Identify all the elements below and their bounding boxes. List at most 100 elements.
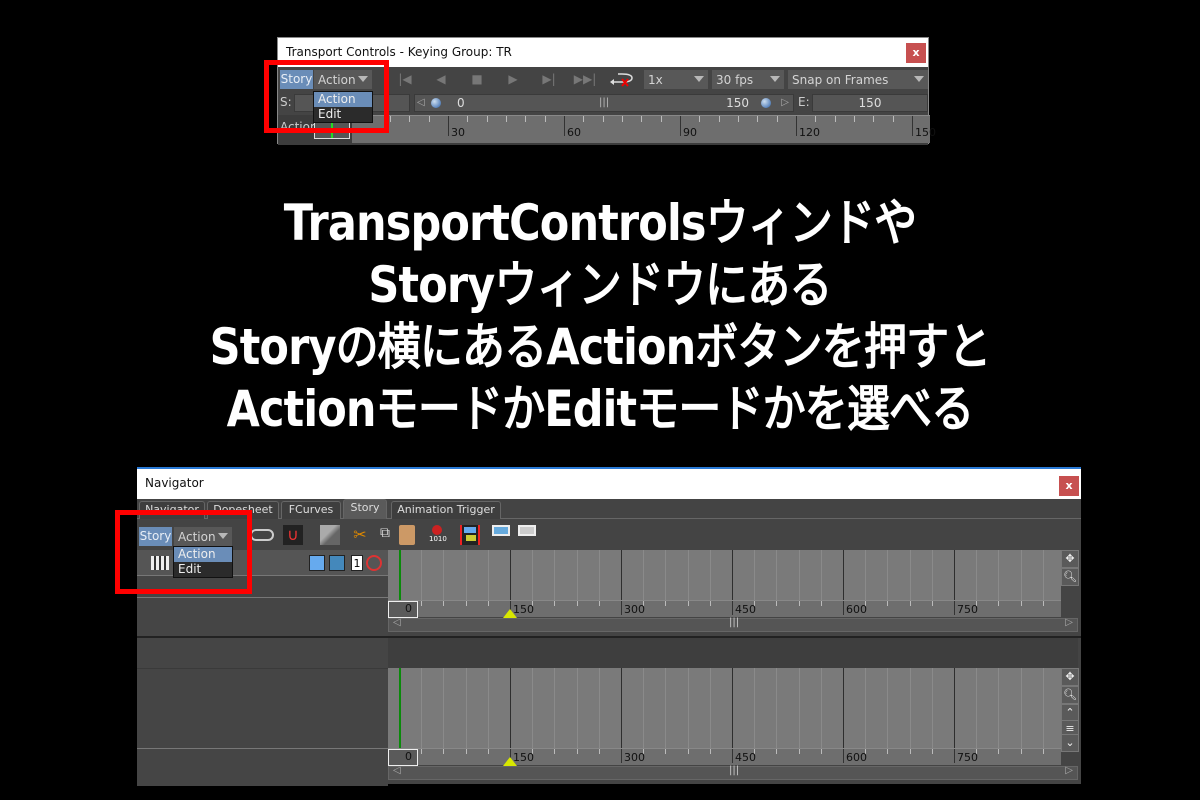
paste-icon[interactable] — [399, 525, 415, 545]
tab-navigator[interactable]: Navigator — [139, 501, 205, 519]
grid-line — [643, 668, 645, 748]
grid-line — [1020, 550, 1022, 600]
end-frame-value: 150 — [858, 96, 882, 110]
horizontal-scrollbar-bottom[interactable]: ◁ ||| ▷ — [388, 765, 1078, 780]
ruler-row: Action 30 60 90 120 150 — [278, 115, 936, 145]
scroll-left-icon: ◁ — [393, 617, 401, 628]
playhead-line[interactable] — [399, 550, 401, 600]
grip-icon: ||| — [729, 617, 740, 628]
ruler-tick — [776, 116, 778, 122]
story-toggle-button[interactable]: Story — [280, 70, 313, 89]
tab-fcurves[interactable]: FCurves — [281, 501, 341, 519]
ruler-tick — [699, 116, 701, 122]
lock-icon[interactable] — [518, 525, 538, 545]
ruler-tick — [718, 116, 720, 122]
tab-story[interactable]: Story — [343, 499, 387, 519]
prev-frame-button[interactable]: ◀ — [426, 70, 456, 88]
ruler-major-tick — [732, 749, 733, 763]
story-track-area-bottom[interactable] — [388, 668, 1061, 748]
time-range-slider[interactable]: ◁ 0 ||| 150 ▷ — [414, 94, 794, 112]
grid-line — [798, 668, 800, 748]
track-list-bottom — [137, 638, 388, 786]
close-button[interactable]: x — [1059, 476, 1079, 496]
fit-tracks-icon[interactable] — [460, 525, 480, 545]
horizontal-scrollbar-top[interactable]: ◁ ||| ▷ — [388, 617, 1078, 632]
timeline-ruler[interactable]: 30 60 90 120 150 — [352, 115, 936, 143]
zoom-icon[interactable]: 🔍︎ — [1061, 686, 1079, 704]
playhead-marker — [331, 122, 333, 138]
caption-line-4: ActionモードかEditモードかを選べる — [226, 380, 975, 438]
tab-bar: Navigator Dopesheet FCurves Story Animat… — [137, 499, 1081, 519]
current-frame-box[interactable]: 0 — [388, 601, 418, 618]
playhead-line[interactable] — [399, 668, 401, 748]
stop-button[interactable]: ■ — [462, 70, 492, 88]
caption-line-1: TransportControlsウィンドや — [283, 194, 917, 252]
current-frame-box[interactable] — [314, 121, 350, 139]
goto-start-button[interactable]: |◀ — [390, 70, 420, 88]
grid-line — [754, 668, 756, 748]
mute-track-icon[interactable] — [366, 555, 382, 571]
end-marker-icon[interactable] — [503, 609, 517, 618]
story-track-area-top[interactable] — [388, 550, 1061, 600]
mode-dropdown[interactable]: Action — [174, 527, 232, 546]
end-marker-icon[interactable] — [503, 757, 517, 766]
ruler-label: 120 — [799, 126, 820, 139]
next-key-button[interactable]: ▶| — [534, 70, 564, 88]
ruler-tick — [909, 749, 911, 754]
show-eye-icon[interactable] — [492, 525, 512, 545]
ruler-major-tick — [954, 601, 955, 615]
link-icon[interactable] — [250, 529, 274, 541]
grid-major-line — [621, 668, 622, 748]
grid-major-line — [954, 550, 955, 600]
mode-dropdown[interactable]: Action — [314, 70, 372, 89]
ruler-label: 450 — [735, 603, 756, 616]
menu-item-edit[interactable]: Edit — [174, 562, 232, 577]
grid-line — [487, 668, 489, 748]
end-frame-field[interactable]: 150 — [812, 94, 928, 112]
zoom-icon[interactable]: 🔍︎ — [1061, 568, 1079, 586]
razor-pen-icon[interactable] — [320, 525, 340, 545]
end-label: E: — [798, 95, 810, 109]
close-button[interactable]: x — [906, 43, 926, 63]
grid-line — [798, 550, 800, 600]
scissors-icon[interactable]: ✂ — [350, 525, 370, 545]
range-start-handle-icon[interactable] — [431, 98, 441, 108]
chevron-down-icon — [218, 533, 228, 539]
ruler-tick — [998, 749, 1000, 754]
tab-animation-trigger[interactable]: Animation Trigger — [391, 501, 501, 519]
fps-dropdown[interactable]: 30 fps — [712, 70, 784, 89]
tab-dopesheet[interactable]: Dopesheet — [207, 501, 279, 519]
copy-icon[interactable]: ⧉ — [375, 525, 395, 545]
timeline-ruler-top[interactable]: 150 300 450 600 750 0 — [388, 600, 1061, 618]
menu-item-edit[interactable]: Edit — [314, 107, 372, 122]
grid-line — [421, 668, 423, 748]
menu-item-action[interactable]: Action — [314, 92, 372, 107]
speed-dropdown[interactable]: 1x — [644, 70, 708, 89]
record-1010-icon[interactable]: 1010 — [429, 525, 449, 545]
track-mode-b-button[interactable] — [329, 555, 345, 571]
navigator-mode-menu: Action Edit — [173, 546, 233, 578]
window-title: Transport Controls - Keying Group: TR — [286, 45, 512, 59]
timeline-ruler-bottom[interactable]: 150 300 450 600 750 0 — [388, 748, 1061, 766]
play-button[interactable]: ▶ — [498, 70, 528, 88]
range-end-handle-icon[interactable] — [761, 98, 771, 108]
ruler-tick — [576, 749, 578, 754]
menu-item-action[interactable]: Action — [174, 547, 232, 562]
ruler-major-tick — [621, 749, 622, 763]
ruler-tick — [465, 601, 467, 606]
ruler-tick — [757, 116, 759, 122]
grid-major-line — [843, 550, 844, 600]
magnet-icon[interactable]: ∪ — [283, 525, 303, 545]
scroll-down-button[interactable]: ⌄ — [1061, 734, 1079, 752]
pan-icon[interactable]: ✥ — [1061, 668, 1079, 686]
track-mode-a-button[interactable] — [309, 555, 325, 571]
goto-end-button[interactable]: ▶▶| — [570, 70, 600, 88]
ruler-tick — [443, 601, 445, 606]
snap-dropdown[interactable]: Snap on Frames — [788, 70, 928, 89]
loop-toggle-button[interactable] — [608, 72, 634, 87]
mode-dropdown-value: Action — [318, 73, 356, 87]
track-number-button[interactable]: 1 — [351, 555, 363, 571]
pan-icon[interactable]: ✥ — [1061, 550, 1079, 568]
current-frame-box[interactable]: 0 — [388, 749, 418, 766]
story-toggle-button[interactable]: Story — [139, 527, 172, 546]
